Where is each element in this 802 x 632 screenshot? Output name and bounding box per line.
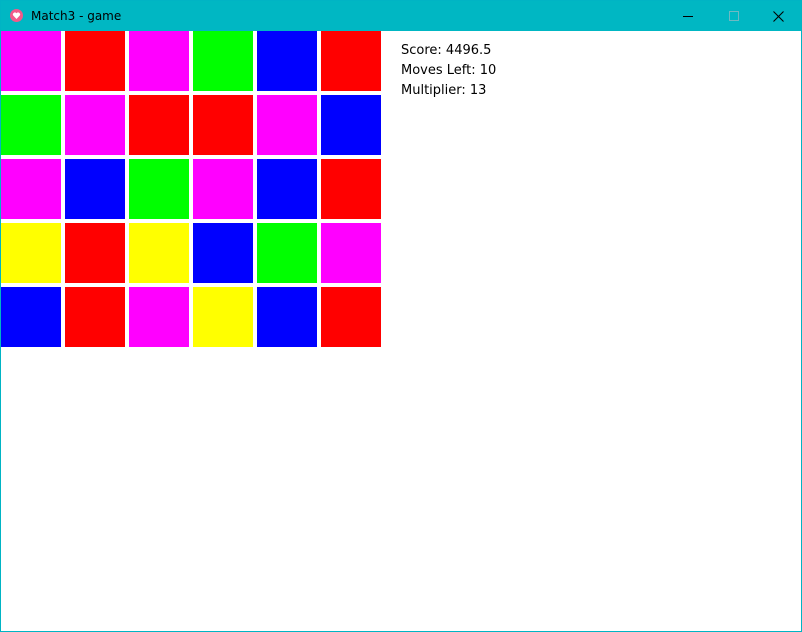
tile-r0-c0-magenta[interactable] (1, 31, 61, 91)
tile-r1-c2-red[interactable] (129, 95, 189, 155)
tile-r1-c1-magenta[interactable] (65, 95, 125, 155)
tile-r3-c5-magenta[interactable] (321, 223, 381, 283)
minimize-icon (683, 16, 693, 17)
window-title: Match3 - game (31, 9, 122, 23)
minimize-button[interactable] (665, 1, 711, 31)
tile-r0-c2-magenta[interactable] (129, 31, 189, 91)
tile-r1-c0-green[interactable] (1, 95, 61, 155)
close-button[interactable] (755, 1, 801, 31)
tile-r0-c3-green[interactable] (193, 31, 253, 91)
maximize-button[interactable] (711, 1, 757, 31)
game-canvas[interactable]: Score: 4496.5 Moves Left: 10 Multiplier:… (1, 31, 801, 631)
tile-r2-c5-red[interactable] (321, 159, 381, 219)
tile-r1-c4-magenta[interactable] (257, 95, 317, 155)
game-window: Match3 - game Score: 4496.5 Moves Left: … (0, 0, 802, 632)
close-icon (772, 10, 784, 22)
tile-r4-c0-blue[interactable] (1, 287, 61, 347)
tile-r4-c4-blue[interactable] (257, 287, 317, 347)
tile-r4-c1-red[interactable] (65, 287, 125, 347)
tile-r0-c1-red[interactable] (65, 31, 125, 91)
match3-board[interactable] (1, 31, 385, 351)
tile-r3-c1-red[interactable] (65, 223, 125, 283)
tile-r2-c0-magenta[interactable] (1, 159, 61, 219)
tile-r4-c5-red[interactable] (321, 287, 381, 347)
tile-r0-c5-red[interactable] (321, 31, 381, 91)
multiplier-label: Multiplier: 13 (401, 83, 487, 98)
tile-r2-c2-green[interactable] (129, 159, 189, 219)
score-label: Score: 4496.5 (401, 43, 492, 58)
tile-r2-c3-magenta[interactable] (193, 159, 253, 219)
tile-r2-c1-blue[interactable] (65, 159, 125, 219)
tile-r4-c2-magenta[interactable] (129, 287, 189, 347)
hud-panel: Score: 4496.5 Moves Left: 10 Multiplier:… (401, 41, 496, 101)
title-bar[interactable]: Match3 - game (1, 1, 801, 31)
tile-r0-c4-blue[interactable] (257, 31, 317, 91)
tile-r2-c4-blue[interactable] (257, 159, 317, 219)
tile-r3-c3-blue[interactable] (193, 223, 253, 283)
tile-r1-c5-blue[interactable] (321, 95, 381, 155)
maximize-icon (729, 11, 739, 21)
tile-r3-c0-yellow[interactable] (1, 223, 61, 283)
tile-r3-c4-green[interactable] (257, 223, 317, 283)
tile-r3-c2-yellow[interactable] (129, 223, 189, 283)
heart-app-icon (10, 9, 23, 22)
moves-left-label: Moves Left: 10 (401, 63, 497, 78)
tile-r4-c3-yellow[interactable] (193, 287, 253, 347)
tile-r1-c3-red[interactable] (193, 95, 253, 155)
